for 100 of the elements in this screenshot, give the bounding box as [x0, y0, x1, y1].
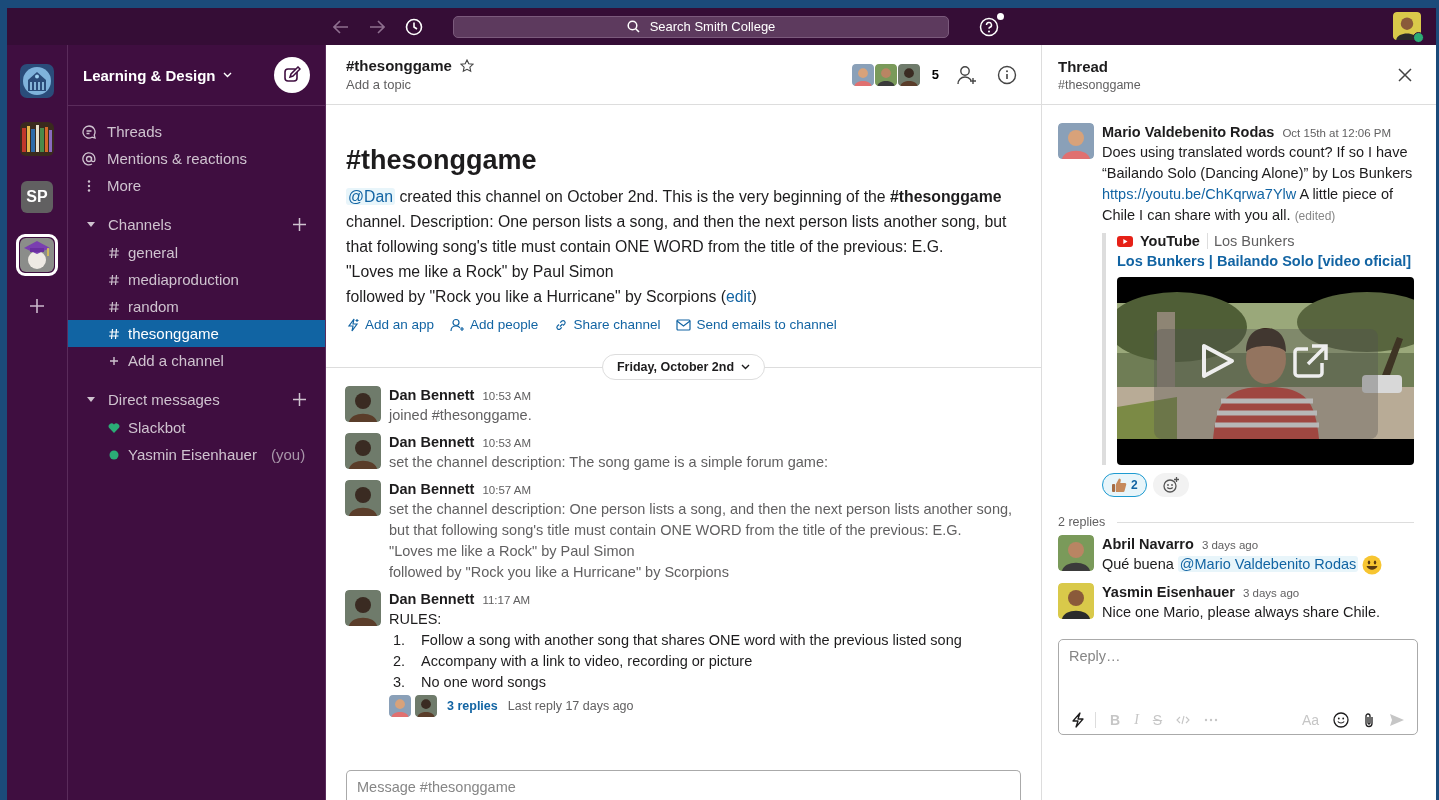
search-icon	[626, 20, 640, 33]
author-name[interactable]: Dan Bennett	[389, 480, 475, 498]
attachment-title-link[interactable]: Los Bunkers | Bailando Solo [video oficial]	[1117, 253, 1412, 269]
timestamp[interactable]: 3 days ago	[1201, 536, 1259, 554]
channel-name: #thesonggame	[346, 57, 452, 74]
author-name[interactable]: Abril Navarro	[1102, 535, 1194, 553]
reply-field[interactable]: Reply…	[1059, 648, 1417, 664]
avatar	[415, 695, 437, 717]
panel-title: Thread	[1058, 57, 1108, 75]
list-number: 3.	[393, 673, 407, 692]
members-button[interactable]: 5	[851, 63, 939, 86]
lightning-icon[interactable]	[1071, 712, 1096, 728]
attachment-author: Los Bunkers	[1206, 233, 1295, 249]
plus-icon[interactable]	[292, 391, 307, 407]
thumbs-up-icon	[1111, 477, 1127, 493]
emoji-icon[interactable]	[1333, 712, 1349, 728]
play-logo-icon	[1117, 235, 1133, 247]
search-field[interactable]: Search Smith College	[453, 15, 949, 38]
author-name[interactable]: Yasmin Eisenhauer	[1102, 583, 1235, 601]
workspace-menu[interactable]: Learning & Design	[83, 66, 232, 84]
add-person-icon[interactable]	[957, 64, 979, 85]
timestamp[interactable]: 10:53 AM	[482, 387, 531, 405]
smiley-icon	[1362, 554, 1383, 575]
sidebar-item[interactable]: mediaproduction	[68, 266, 325, 293]
sidebar-item[interactable]: general	[68, 239, 325, 266]
avatar	[345, 590, 381, 626]
section-title[interactable]: Direct messages	[108, 390, 220, 408]
action-link[interactable]: Add an app	[346, 317, 435, 332]
mention-link[interactable]: @Dan	[346, 188, 395, 205]
caret-icon	[741, 364, 751, 370]
topic-link[interactable]: Add a topic	[346, 77, 412, 92]
help-icon[interactable]	[979, 16, 999, 37]
sidebar-item[interactable]: Threads	[68, 118, 169, 145]
date-pill[interactable]: Friday, October 2nd	[601, 354, 766, 380]
info-icon[interactable]	[997, 64, 1017, 85]
author-name[interactable]: Dan Bennett	[389, 590, 475, 608]
plus-icon[interactable]	[29, 298, 45, 314]
sidebar-item[interactable]: Yasmin Eisenhauer (you)	[68, 441, 325, 468]
sidebar-item[interactable]: Mentions & reactions	[68, 145, 254, 172]
author-name[interactable]: Dan Bennett	[389, 386, 475, 404]
external-link-icon[interactable]	[1292, 343, 1330, 379]
action-link[interactable]: Share channel	[554, 317, 661, 332]
list-item: No one word songs	[421, 673, 546, 692]
paperclip-icon[interactable]	[1363, 712, 1375, 728]
sidebar-item[interactable]: random	[68, 293, 325, 320]
add-person-icon	[450, 317, 466, 332]
channel-link[interactable]: #thesonggame	[1058, 77, 1141, 92]
star-icon[interactable]	[459, 58, 474, 73]
building-logo	[20, 64, 54, 98]
message-text: set the channel description: One person lists a song, and then the next person lists another song, but that following song's title must contain ONE WORD from the title of the previous: E.G. "Loves me like a Rock" by Paul Simon followed by "Rock you like a Hurricane" by Scorpions	[389, 500, 1014, 582]
compose-icon	[283, 66, 301, 84]
action-link[interactable]: Add people	[450, 317, 539, 332]
caret-icon[interactable]	[86, 394, 96, 404]
timestamp[interactable]: 3 days ago	[1243, 584, 1300, 602]
avatar	[1058, 123, 1094, 159]
forward-arrow-icon[interactable]	[369, 19, 385, 34]
timestamp[interactable]: 11:17 AM	[482, 591, 531, 609]
avatar	[897, 63, 920, 86]
sidebar-item[interactable]: Slackbot	[68, 414, 325, 441]
compose-button[interactable]	[274, 57, 310, 93]
add-reaction-button[interactable]	[1152, 473, 1189, 497]
sidebar-item[interactable]: thesonggame	[68, 320, 325, 347]
message-text: set the channel description: The song game is a simple forum game:	[389, 453, 829, 472]
author-name[interactable]: Dan Bennett	[389, 433, 475, 451]
reply-count: 2 replies	[1058, 515, 1106, 529]
timestamp[interactable]: 10:57 AM	[482, 481, 531, 499]
message-text: Does using translated words count? If so I have “Bailando Solo (Dancing Alone)” by Los Bunkers https://youtu.be/ChKqrwa7Ylw A little piece of Chile I can share with you all. (edited)	[1102, 143, 1414, 225]
link[interactable]: edit	[726, 288, 752, 305]
section-title[interactable]: Channels	[108, 215, 172, 233]
play-icon[interactable]	[1201, 343, 1235, 379]
close-icon[interactable]	[1398, 67, 1412, 82]
message-text: Qué buena @Mario Valdebenito Rodas	[1102, 555, 1359, 574]
replies-link[interactable]: 3 replies	[447, 699, 498, 713]
at-sign-icon	[82, 151, 96, 166]
sidebar-item[interactable]: Add a channel	[68, 347, 325, 374]
channel-title: #thesonggame	[346, 145, 537, 176]
list-number: 2.	[393, 652, 407, 671]
avatar	[345, 433, 381, 469]
back-arrow-icon[interactable]	[333, 19, 349, 34]
action-link[interactable]: Send emails to channel	[676, 317, 837, 332]
link[interactable]: https://youtu.be/ChKqrwa7Ylw	[1102, 186, 1297, 202]
lightning-icon	[346, 317, 360, 332]
avatar	[345, 386, 381, 422]
author-name[interactable]: Mario Valdebenito Rodas	[1102, 123, 1275, 141]
last-reply-text: Last reply 17 days ago	[507, 699, 634, 713]
message-text: Nice one Mario, please always share Chile.	[1102, 603, 1381, 622]
list-item: Accompany with a link to video, recording or picture	[421, 652, 753, 671]
caret-icon[interactable]	[86, 219, 96, 229]
timestamp[interactable]: 10:53 AM	[482, 434, 531, 452]
plus-icon[interactable]	[292, 216, 307, 232]
hash-icon	[108, 327, 120, 340]
mention-link[interactable]: @Mario Valdebenito Rodas	[1177, 556, 1359, 572]
list-number: 1.	[393, 631, 407, 650]
timestamp[interactable]: Oct 15th at 12:06 PM	[1282, 124, 1392, 142]
history-icon[interactable]	[405, 17, 423, 36]
workspace-button[interactable]	[16, 234, 58, 276]
sidebar-item[interactable]: More	[68, 172, 148, 199]
reaction-button[interactable]: 2	[1102, 473, 1147, 497]
hash-icon	[108, 246, 120, 259]
message-field[interactable]: Message #thesonggame	[346, 770, 1021, 800]
